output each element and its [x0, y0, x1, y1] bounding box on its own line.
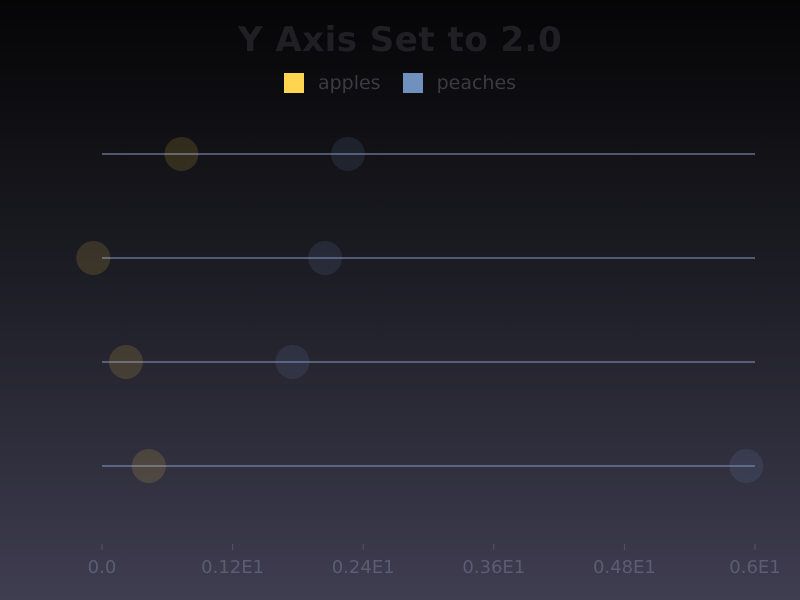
point-peaches	[729, 449, 764, 483]
plot-area: 0.0 0.12E1 0.24E1 0.36E1 0.48E1 0.6E1	[76, 137, 781, 578]
point-peaches	[330, 137, 365, 171]
point-peaches	[275, 345, 310, 379]
point-peaches	[308, 241, 343, 275]
x-tick-label: 0.36E1	[462, 557, 525, 578]
point-apples	[76, 241, 111, 275]
x-tick-label: 0.0	[88, 557, 117, 578]
x-tick-label: 0.24E1	[332, 557, 395, 578]
point-apples	[108, 345, 143, 379]
x-tick-label: 0.6E1	[729, 557, 780, 578]
point-apples	[131, 449, 166, 483]
point-apples	[164, 137, 199, 171]
x-tick-label: 0.12E1	[201, 557, 264, 578]
x-tick-label: 0.48E1	[593, 557, 656, 578]
